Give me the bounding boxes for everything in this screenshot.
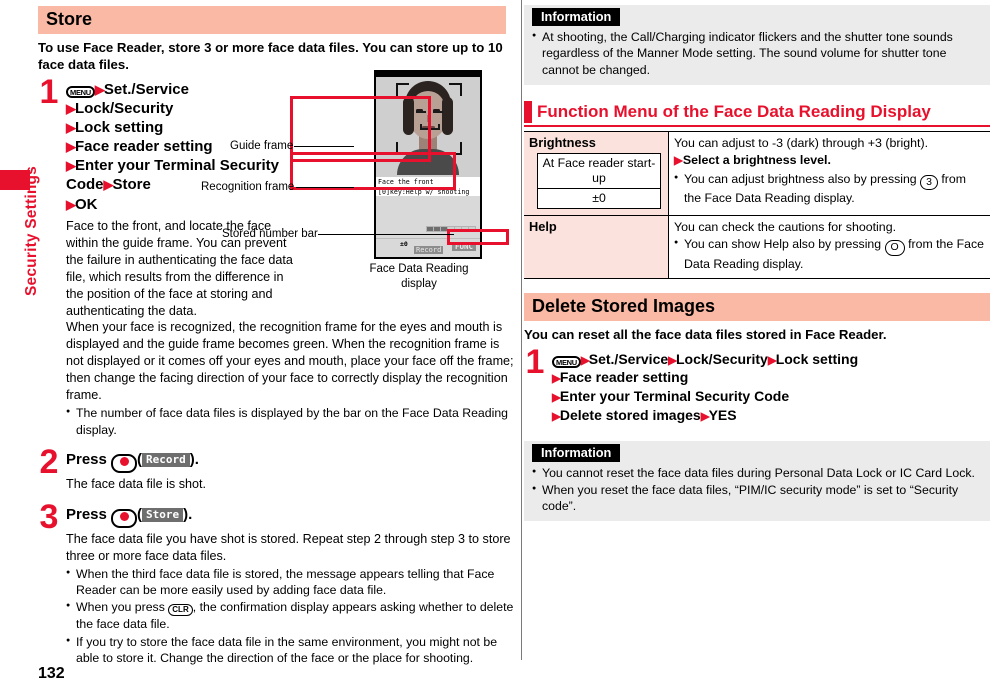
list-item: You cannot reset the face data files dur… — [532, 465, 982, 481]
step-1-line-4: Face reader setting — [75, 138, 213, 156]
menu-key-icon: MENU — [552, 355, 581, 369]
list-item: You can adjust brightness also by pressi… — [674, 171, 985, 207]
table-cell-description: You can check the cautions for shooting.… — [668, 215, 990, 280]
row-label: Brightness — [529, 135, 596, 151]
store-softkey-label: Store — [142, 507, 184, 522]
step-2-body: The face data file is shot. — [66, 476, 207, 491]
page-number: 132 — [38, 665, 65, 682]
record-softkey[interactable]: Record — [414, 246, 444, 255]
callout-guide-frame: Guide frame — [230, 140, 294, 152]
chapter-sidebar: Security Settings — [0, 0, 40, 697]
delete-line-2: Lock/Security — [676, 350, 768, 367]
step-1-bullets: The number of face data files is display… — [66, 405, 516, 438]
manual-page: Security Settings Store To use Face Read… — [0, 0, 1004, 697]
step-2-number: 2 — [39, 442, 59, 481]
menu-key-icon: MENU — [66, 85, 95, 99]
information-list: At shooting, the Call/Charging indicator… — [532, 29, 982, 78]
stored-number-bar-highlight — [447, 229, 509, 245]
list-item: When you press CLR, the confirmation dis… — [66, 599, 514, 632]
numeric-key-3-icon: 3 — [920, 174, 938, 191]
list-item: At shooting, the Call/Charging indicator… — [532, 29, 982, 78]
section-heading-delete: Delete Stored Images — [524, 293, 990, 322]
list-item: The number of face data files is display… — [66, 405, 516, 438]
list-item: When you reset the face data files, “PIM… — [532, 482, 982, 515]
step-1-number: 1 — [39, 72, 59, 111]
desc-line: You can check the cautions for shooting. — [674, 219, 897, 234]
row-label: Help — [529, 218, 557, 234]
record-softkey-label: Record — [142, 452, 190, 467]
delete-step-1-number: 1 — [525, 342, 545, 381]
function-menu-table: Brightness At Face reader start-up ±0 Yo… — [524, 131, 990, 280]
step-2-press-label: Press — [66, 450, 107, 468]
step-1-line-7: OK — [75, 195, 98, 213]
desc-bullets: You can adjust brightness also by pressi… — [674, 171, 985, 207]
table-cell-description: You can adjust to -3 (dark) through +3 (… — [668, 131, 990, 216]
delete-lead-text: You can reset all the face data files st… — [524, 327, 887, 343]
default-value: ±0 — [592, 190, 606, 205]
zero-key-icon: O — [884, 240, 905, 257]
step-1-line-1: Set./Service — [103, 80, 189, 98]
step-1-line-3: Lock setting — [75, 118, 164, 136]
information-box-bottom: Information You cannot reset the face da… — [524, 441, 990, 522]
callout-recognition-frame: Recognition frame — [201, 181, 295, 193]
sub-action: ▶Select a brightness level. — [674, 153, 831, 168]
step-3-bullets: When the third face data file is stored,… — [66, 566, 514, 667]
step-1-body-2: When your face is recognized, the recogn… — [66, 320, 514, 403]
delete-step-1-instructions: MENU ▶Set./Service▶Lock/Security▶Lock set… — [552, 350, 859, 424]
clr-key-icon: CLR — [168, 604, 193, 617]
step-2: 2 Press (Record). The face data file is … — [38, 445, 520, 493]
delete-line-1: Set./Service — [588, 350, 669, 367]
step-2-paren-close: ). — [189, 450, 199, 468]
delete-line-7: YES — [708, 407, 737, 424]
information-header: Information — [532, 444, 621, 463]
delete-line-6: Delete stored images — [559, 407, 701, 424]
step-3-instruction: Press (Store). — [66, 505, 520, 528]
table-cell-label: Brightness At Face reader start-up ±0 — [524, 131, 669, 216]
default-title: At Face reader start-up — [538, 154, 660, 189]
information-list: You cannot reset the face data files dur… — [532, 465, 982, 514]
desc-bullets: You can show Help also by pressing O fro… — [674, 236, 985, 272]
step-3-body: The face data file you have shot is stor… — [66, 531, 511, 563]
store-lead-text: To use Face Reader, store 3 or more face… — [38, 39, 503, 73]
heading-function-menu: Function Menu of the Face Data Reading D… — [524, 101, 990, 128]
table-row: Brightness At Face reader start-up ±0 Yo… — [524, 131, 990, 216]
center-key-icon — [111, 508, 138, 528]
table-cell-label: Help — [524, 215, 669, 280]
step-1-line-2: Lock/Security — [75, 99, 174, 117]
step-1-line-6: Store — [112, 176, 151, 194]
delete-line-5: Enter your Terminal Security Code — [559, 388, 790, 405]
delete-line-4: Face reader setting — [559, 369, 689, 386]
list-item: You can show Help also by pressing O fro… — [674, 236, 985, 272]
list-item: If you try to store the face data file i… — [66, 634, 514, 667]
figure-caption: Face Data Reading display — [369, 263, 469, 290]
information-box-top: Information At shooting, the Call/Chargi… — [524, 5, 990, 86]
desc-line: You can adjust to -3 (dark) through +3 (… — [674, 136, 929, 151]
list-item: When the third face data file is stored,… — [66, 566, 514, 599]
step-3: 3 Press (Store). The face data file you … — [38, 500, 520, 667]
step-3-number: 3 — [39, 497, 59, 536]
bullet-text-pre: When you press — [76, 600, 165, 615]
section-heading-store: Store — [38, 6, 506, 34]
delete-line-3: Lock setting — [775, 350, 859, 367]
bullet-text-pre: You can show Help also by pressing — [684, 237, 882, 252]
column-divider — [521, 0, 522, 660]
information-header: Information — [532, 8, 621, 26]
right-column: Information At shooting, the Call/Chargi… — [524, 0, 1004, 697]
step-3-paren-close: ). — [183, 505, 193, 523]
center-key-icon — [111, 453, 138, 473]
step-2-instruction: Press (Record). — [66, 450, 520, 473]
recognition-frame-highlight — [290, 152, 456, 190]
default-setting-box: At Face reader start-up ±0 — [537, 153, 661, 209]
delete-step-1: 1 MENU ▶Set./Service▶Lock/Security▶Lock s… — [524, 345, 1004, 426]
callout-stored-number-bar: Stored number bar — [222, 228, 318, 240]
table-row: Help You can check the cautions for shoo… — [524, 215, 990, 280]
step-3-press-label: Press — [66, 505, 107, 523]
brightness-indicator: ±0 — [400, 240, 408, 249]
recognition-frame-icon — [433, 111, 443, 113]
bullet-text-pre: You can adjust brightness also by pressi… — [684, 171, 917, 186]
